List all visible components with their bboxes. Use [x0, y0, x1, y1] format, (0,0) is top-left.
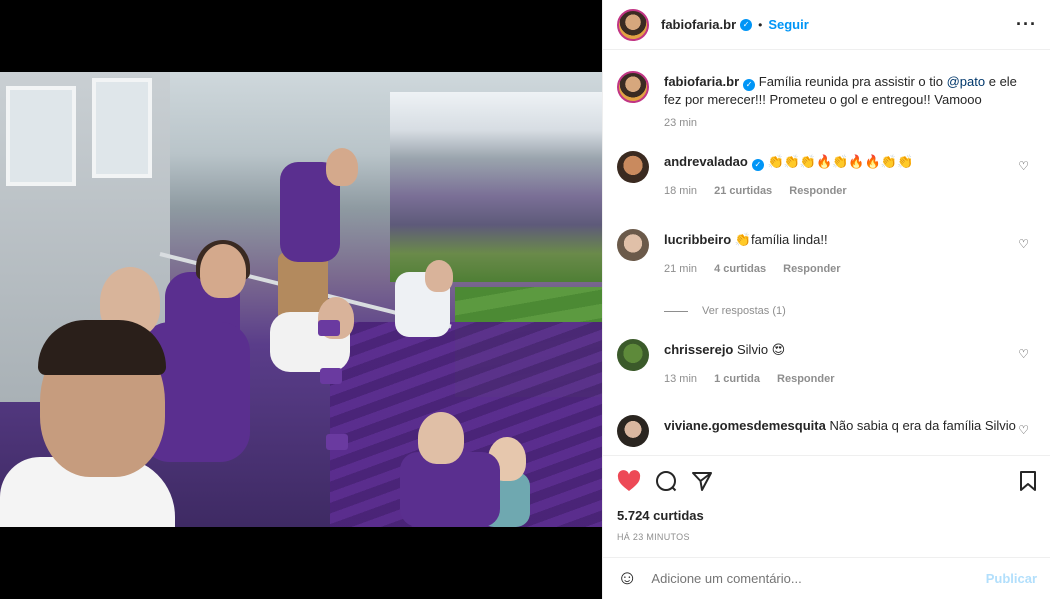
- comment-body: Silvio 😍: [737, 342, 786, 357]
- add-comment-bar: ☺ Publicar: [603, 557, 1050, 599]
- box-window: [6, 86, 76, 186]
- more-icon[interactable]: ···: [1016, 14, 1037, 35]
- like-comment-icon[interactable]: ♡: [1018, 237, 1029, 251]
- post-photo[interactable]: [0, 72, 602, 527]
- comment-username[interactable]: andrevaladao: [664, 154, 748, 169]
- comment-meta: 18 min 21 curtidas Responder: [664, 185, 861, 197]
- comment-likes[interactable]: 4 curtidas: [714, 263, 766, 275]
- comment-text: viviane.gomesdemesquita Não sabia q era …: [664, 417, 1024, 435]
- commenter-avatar[interactable]: [617, 339, 649, 371]
- comment-text: chrisserejo Silvio 😍: [664, 341, 1024, 359]
- comment-meta: 21 min 4 curtidas Responder: [664, 263, 855, 275]
- cup-holder: [320, 368, 342, 384]
- caption-text-before: Família reunida pra assistir o tio: [758, 74, 947, 89]
- share-icon[interactable]: [691, 470, 713, 492]
- like-comment-icon[interactable]: ♡: [1018, 347, 1029, 361]
- author-avatar[interactable]: [617, 8, 649, 41]
- like-icon[interactable]: [617, 470, 641, 492]
- comment-likes[interactable]: 21 curtidas: [714, 185, 772, 197]
- comment-text: lucribbeiro 👏família linda!!: [664, 231, 1024, 249]
- reply-button[interactable]: Responder: [789, 185, 846, 197]
- caption-text: fabiofaria.br ✓ Família reunida pra assis…: [664, 73, 1024, 109]
- comment-body: Não sabia q era da família Silvio: [829, 418, 1016, 433]
- comment-icon[interactable]: [655, 470, 677, 492]
- comment-username[interactable]: viviane.gomesdemesquita: [664, 418, 826, 433]
- verified-icon: ✓: [743, 79, 756, 91]
- comment-time: 13 min: [664, 373, 698, 385]
- view-replies-button[interactable]: Ver respostas (1): [664, 305, 786, 317]
- commenter-avatar[interactable]: [617, 151, 649, 183]
- emoji-icon[interactable]: ☺: [617, 567, 637, 590]
- view-replies-label: Ver respostas (1): [702, 305, 786, 317]
- person-shape: [200, 244, 246, 298]
- person-shape: [326, 148, 358, 186]
- comment-body: 👏👏👏🔥👏🔥🔥👏👏: [767, 154, 914, 169]
- person-shape: [425, 260, 453, 292]
- stadium-background: [390, 92, 602, 282]
- comment-username[interactable]: chrisserejo: [664, 342, 733, 357]
- commenter-avatar[interactable]: [617, 415, 649, 447]
- like-comment-icon[interactable]: ♡: [1018, 159, 1029, 173]
- box-window: [92, 78, 152, 178]
- verified-icon: ✓: [740, 18, 753, 31]
- cup-holder: [326, 434, 348, 450]
- comment-time: 18 min: [664, 185, 698, 197]
- follow-button[interactable]: Seguir: [768, 17, 808, 32]
- post-media: [0, 0, 602, 599]
- comment-username[interactable]: lucribbeiro: [664, 232, 731, 247]
- comment-meta: 13 min 1 curtida Responder: [664, 373, 848, 385]
- bookmark-icon[interactable]: [1019, 470, 1037, 492]
- post-header: fabiofaria.br ✓ • Seguir ···: [603, 0, 1050, 50]
- person-shape: [38, 320, 166, 375]
- like-comment-icon[interactable]: ♡: [1018, 423, 1029, 437]
- comment-likes[interactable]: 1 curtida: [714, 373, 760, 385]
- commenter-avatar[interactable]: [617, 229, 649, 261]
- comment-time: 21 min: [664, 263, 698, 275]
- publish-button[interactable]: Publicar: [986, 571, 1037, 586]
- action-icons: [617, 470, 713, 492]
- author-username[interactable]: fabiofaria.br: [661, 17, 736, 32]
- caption-time: 23 min: [664, 117, 698, 129]
- comment-input[interactable]: [651, 571, 972, 586]
- person-shape: [418, 412, 464, 464]
- cup-holder: [318, 320, 340, 336]
- divider: [664, 310, 688, 312]
- likes-count[interactable]: 5.724 curtidas: [617, 508, 704, 523]
- post-actions: 5.724 curtidas HÁ 23 MINUTOS: [603, 455, 1050, 555]
- reply-button[interactable]: Responder: [777, 373, 834, 385]
- caption-author[interactable]: fabiofaria.br: [664, 74, 739, 89]
- caption-mention[interactable]: @pato: [947, 74, 986, 89]
- verified-icon: ✓: [751, 159, 764, 171]
- author-avatar[interactable]: [617, 71, 649, 103]
- post-side-panel: fabiofaria.br ✓ • Seguir ··· fabiofaria.…: [602, 0, 1050, 599]
- comment-body: 👏família linda!!: [734, 232, 828, 247]
- separator-dot: •: [758, 17, 763, 32]
- comments-list[interactable]: fabiofaria.br ✓ Família reunida pra assis…: [603, 51, 1050, 455]
- caption-meta: 23 min: [664, 117, 711, 129]
- comment-text: andrevaladao ✓ 👏👏👏🔥👏🔥🔥👏👏: [664, 153, 1024, 171]
- reply-button[interactable]: Responder: [783, 263, 840, 275]
- post-timestamp: HÁ 23 MINUTOS: [617, 532, 690, 542]
